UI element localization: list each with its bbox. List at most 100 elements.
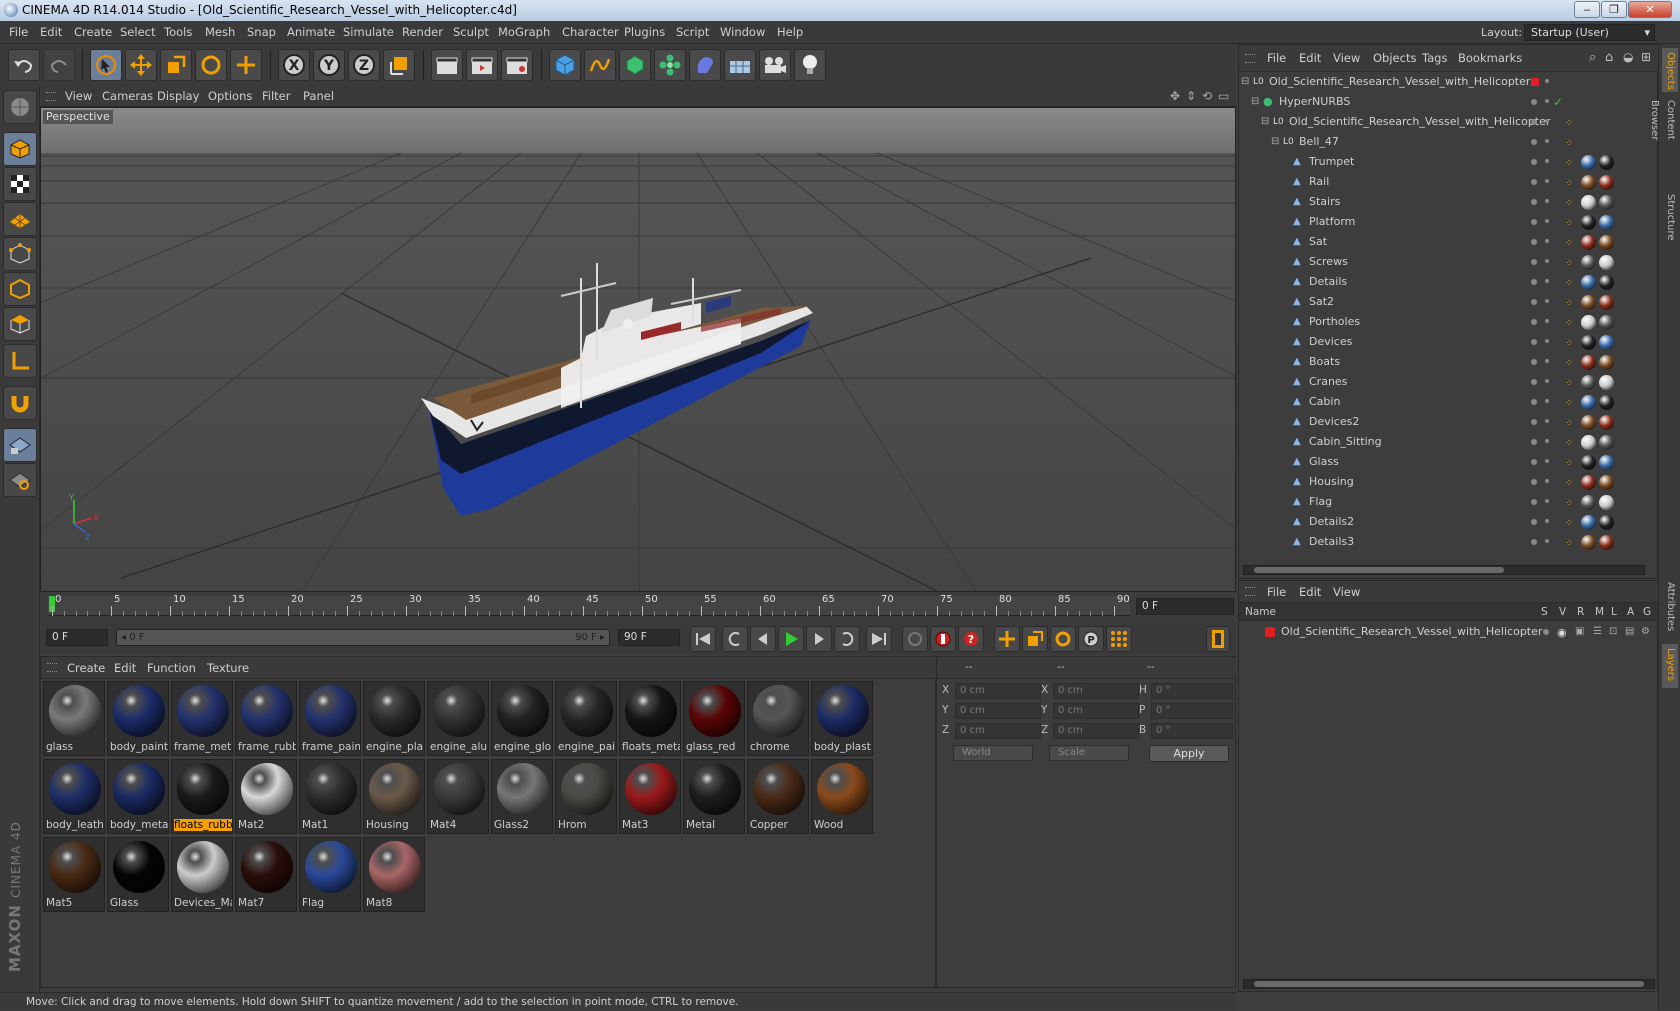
object-tree-row[interactable]: ▲ Devices2 ⁘ xyxy=(1239,412,1647,432)
rot-p-field[interactable]: 0 ° xyxy=(1151,703,1233,719)
material-swatch[interactable]: engine_alu xyxy=(427,681,489,756)
material-tag-icon[interactable] xyxy=(1581,315,1596,330)
object-tree-row[interactable]: ▲ Cranes ⁘ xyxy=(1239,372,1647,392)
material-menu-edit[interactable]: Edit xyxy=(114,657,136,679)
workplane-mode-button[interactable] xyxy=(3,202,37,236)
workplane-lock-button[interactable] xyxy=(3,428,37,462)
material-tag-icon[interactable] xyxy=(1581,475,1596,490)
collapse-icon[interactable]: ⊟ xyxy=(1241,72,1249,92)
add-deformer-button[interactable] xyxy=(689,49,721,81)
edges-mode-button[interactable] xyxy=(3,272,37,306)
layer-indicator[interactable] xyxy=(1531,279,1537,285)
phong-tag-icon[interactable]: ⁘ xyxy=(1565,534,1573,554)
viewport-zoom-icon[interactable]: ⇕ xyxy=(1186,89,1196,103)
material-tag-icon[interactable] xyxy=(1581,375,1596,390)
material-tag-icon[interactable] xyxy=(1581,415,1596,430)
add-array-button[interactable] xyxy=(654,49,686,81)
object-horizontal-scrollbar[interactable] xyxy=(1243,565,1645,575)
menu-create[interactable]: Create xyxy=(74,21,112,44)
phong-tag-icon[interactable]: ⁘ xyxy=(1565,234,1573,254)
collapse-icon[interactable]: ⊟ xyxy=(1261,112,1269,132)
x-axis-lock-button[interactable]: X xyxy=(278,49,310,81)
menu-simulate[interactable]: Simulate xyxy=(343,21,394,44)
material-swatch[interactable]: floats_rubb xyxy=(171,759,233,834)
object-menu-tags[interactable]: Tags xyxy=(1422,45,1447,72)
visibility-dot[interactable] xyxy=(1545,359,1549,363)
material-tag-icon[interactable] xyxy=(1599,415,1614,430)
material-swatch[interactable]: body_meta xyxy=(107,759,169,834)
material-swatch[interactable]: Mat5 xyxy=(43,837,105,912)
phong-tag-icon[interactable]: ⁘ xyxy=(1565,454,1573,474)
phong-tag-icon[interactable]: ⁘ xyxy=(1565,474,1573,494)
visibility-dot[interactable] xyxy=(1545,139,1549,143)
collapse-icon[interactable]: ⊟ xyxy=(1271,132,1279,152)
viewport-menu-display[interactable]: Display xyxy=(157,86,199,107)
live-selection-button[interactable] xyxy=(90,49,122,81)
visibility-dot[interactable] xyxy=(1545,419,1549,423)
menu-render[interactable]: Render xyxy=(402,21,443,44)
layer-menu-file[interactable]: File xyxy=(1267,581,1286,603)
material-menu-function[interactable]: Function xyxy=(147,657,196,679)
move-tool-button[interactable] xyxy=(125,49,157,81)
material-tag-icon[interactable] xyxy=(1581,395,1596,410)
add-nurbs-button[interactable] xyxy=(619,49,651,81)
close-button[interactable]: ✕ xyxy=(1628,1,1672,18)
material-tag-icon[interactable] xyxy=(1599,235,1614,250)
menu-window[interactable]: Window xyxy=(720,21,765,44)
material-swatch[interactable]: Hrom xyxy=(555,759,617,834)
make-editable-button[interactable] xyxy=(3,90,37,124)
preview-range-slider[interactable]: ◂ 0 F 90 F ▸ xyxy=(116,629,610,646)
enabled-check-icon[interactable]: ✓ xyxy=(1553,92,1563,112)
render-toggle-icon[interactable]: ▣ xyxy=(1575,626,1584,637)
menu-select[interactable]: Select xyxy=(120,21,155,44)
visibility-dot[interactable] xyxy=(1545,159,1549,163)
object-tree-row[interactable]: ▲ Platform ⁘ xyxy=(1239,212,1647,232)
menu-file[interactable]: File xyxy=(9,21,28,44)
next-key-button[interactable] xyxy=(834,626,860,652)
material-tag-icon[interactable] xyxy=(1599,455,1614,470)
search-icon[interactable]: ⌕ xyxy=(1589,50,1596,65)
phong-tag-icon[interactable]: ⁘ xyxy=(1565,254,1573,274)
layer-filter-icon[interactable]: ◒ xyxy=(1623,50,1633,64)
size-z-field[interactable]: 0 cm xyxy=(1053,723,1139,739)
visibility-dot[interactable] xyxy=(1545,539,1549,543)
layer-color-swatch[interactable] xyxy=(1265,627,1275,637)
menu-character[interactable]: Character xyxy=(562,21,619,44)
material-swatch[interactable]: engine_glo xyxy=(491,681,553,756)
menu-edit[interactable]: Edit xyxy=(40,21,62,44)
add-floor-button[interactable] xyxy=(724,49,756,81)
layer-col-solo[interactable]: S xyxy=(1541,603,1548,621)
undo-button[interactable] xyxy=(8,49,40,81)
material-tag-icon[interactable] xyxy=(1581,515,1596,530)
key-position-button[interactable] xyxy=(994,626,1020,652)
minimize-button[interactable]: ‒ xyxy=(1574,1,1600,18)
menu-snap[interactable]: Snap xyxy=(247,21,276,44)
pos-x-field[interactable]: 0 cm xyxy=(955,683,1041,699)
material-tag-icon[interactable] xyxy=(1581,335,1596,350)
add-spline-button[interactable] xyxy=(584,49,616,81)
material-swatch[interactable]: Flag xyxy=(299,837,361,912)
scrollbar-thumb[interactable] xyxy=(1254,567,1504,573)
coordinate-mode-dropdown[interactable]: World xyxy=(953,745,1033,761)
size-y-field[interactable]: 0 cm xyxy=(1053,703,1139,719)
material-tag-icon[interactable] xyxy=(1599,435,1614,450)
layer-col-generators[interactable]: G xyxy=(1643,603,1651,621)
scale-tool-button[interactable] xyxy=(160,49,192,81)
layer-row[interactable]: Old_Scientific_Research_Vessel_with_Heli… xyxy=(1239,622,1659,642)
material-swatch[interactable]: floats_meta xyxy=(619,681,681,756)
material-swatch[interactable]: glass_red xyxy=(683,681,745,756)
material-tag-icon[interactable] xyxy=(1599,215,1614,230)
material-tag-icon[interactable] xyxy=(1599,195,1614,210)
layout-select[interactable]: Startup (User) ▾ xyxy=(1524,24,1655,41)
phong-tag-icon[interactable]: ⁘ xyxy=(1565,294,1573,314)
material-swatch[interactable]: Metal xyxy=(683,759,745,834)
add-camera-button[interactable] xyxy=(759,49,791,81)
phong-tag-icon[interactable]: ⁘ xyxy=(1565,414,1573,434)
object-menu-view[interactable]: View xyxy=(1333,45,1360,72)
menu-help[interactable]: Help xyxy=(777,21,803,44)
object-tree-row[interactable]: ▲ Details ⁘ xyxy=(1239,272,1647,292)
material-swatch[interactable]: glass xyxy=(43,681,105,756)
object-tree-row[interactable]: ▲ Sat2 ⁘ xyxy=(1239,292,1647,312)
layer-menu-view[interactable]: View xyxy=(1333,581,1360,603)
material-swatch[interactable]: Devices_Ma xyxy=(171,837,233,912)
